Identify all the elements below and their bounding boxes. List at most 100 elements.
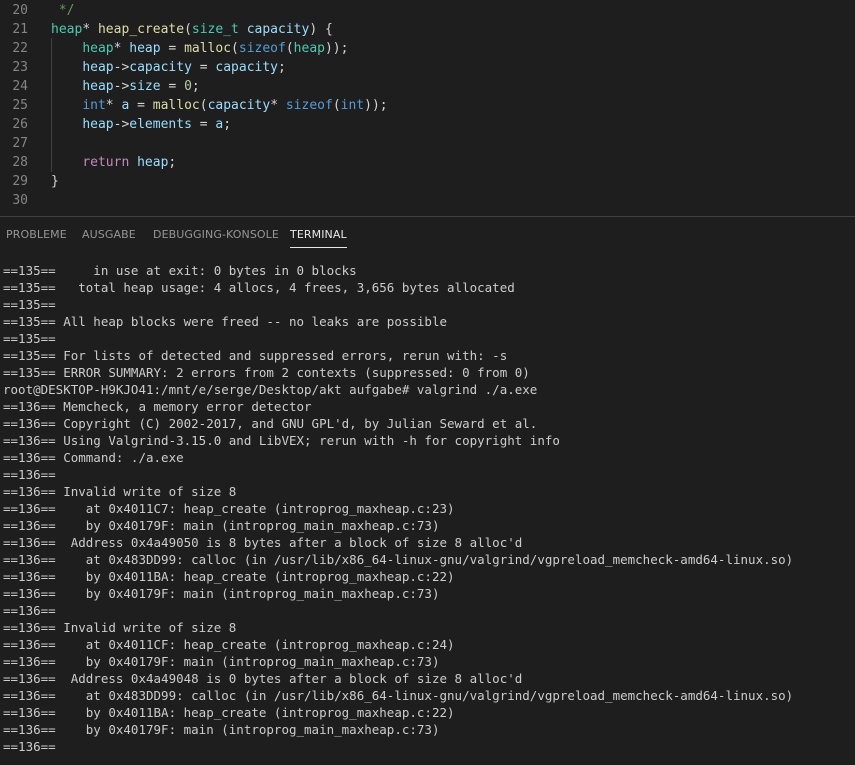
code-token: )); [364, 98, 388, 113]
code-token: heap [82, 41, 114, 56]
code-token: sizeof [238, 41, 286, 56]
code-text: int* a = malloc(capacity* sizeof(int)); [51, 96, 388, 115]
code-text: heap* heap = malloc(sizeof(heap)); [51, 39, 348, 58]
code-token: = [191, 60, 216, 75]
code-token: ) { [309, 22, 333, 37]
code-token: ; [168, 155, 177, 170]
code-token: */ [51, 3, 75, 18]
code-token: heap [82, 79, 114, 94]
code-line: 20 */ [0, 1, 855, 20]
code-line: 29} [0, 172, 855, 191]
terminal-line: ==135== [3, 331, 56, 346]
code-token: heap [137, 155, 169, 170]
terminal-line: ==135== ERROR SUMMARY: 2 errors from 2 c… [3, 365, 530, 380]
code-token: heap [82, 117, 114, 132]
code-token: heap_create [97, 22, 185, 37]
code-token: size [129, 79, 161, 94]
code-line: 24 heap->size = 0; [0, 77, 855, 96]
code-token: heap [129, 41, 161, 56]
terminal-line: ==136== [3, 603, 56, 618]
code-token: * [270, 98, 286, 113]
code-token: 0 [184, 79, 192, 94]
code-token: int [340, 98, 365, 113]
code-text: */ [51, 1, 75, 20]
code-token: sizeof [285, 98, 333, 113]
terminal-line: ==136== at 0x483DD99: calloc (in /usr/li… [3, 688, 794, 703]
terminal-line: ==136== [3, 467, 56, 482]
terminal-line: ==136== Invalid write of size 8 [3, 620, 237, 635]
code-token: ( [285, 41, 294, 56]
code-token: malloc [184, 41, 232, 56]
code-token: ( [231, 41, 239, 56]
code-token: = [191, 117, 216, 132]
tab-terminal[interactable]: TERMINAL [290, 228, 347, 248]
terminal-line: ==136== Address 0x4a49048 is 0 bytes aft… [3, 671, 523, 686]
line-number: 30 [12, 193, 28, 208]
terminal-line: ==136== by 0x4011BA: heap_create (introp… [3, 569, 455, 584]
terminal-line: ==136== at 0x4011C7: heap_create (introp… [3, 501, 455, 516]
code-line: 26 heap->elements = a; [0, 115, 855, 134]
terminal-line: ==136== Copyright (C) 2002-2017, and GNU… [3, 416, 538, 431]
terminal-line: ==136== at 0x4011CF: heap_create (introp… [3, 637, 455, 652]
line-number: 22 [12, 41, 28, 56]
code-token: = [160, 41, 185, 56]
line-number: 24 [12, 79, 28, 94]
terminal-line: ==136== by 0x40179F: main (introprog_mai… [3, 722, 440, 737]
line-number: 26 [12, 117, 28, 132]
code-text: heap->size = 0; [51, 77, 200, 96]
line-number: 25 [12, 98, 28, 113]
line-number: 28 [12, 155, 28, 170]
code-token: ( [184, 22, 192, 37]
terminal-line: ==135== total heap usage: 4 allocs, 4 fr… [3, 280, 515, 295]
code-token: -> [113, 60, 130, 75]
code-token: heap [82, 60, 114, 75]
code-token: -> [113, 79, 130, 94]
code-line: 21 heap* heap_create(size_t capacity) { [0, 20, 855, 39]
terminal-line: ==136== Command: ./a.exe [3, 450, 184, 465]
code-token: ; [191, 79, 200, 94]
code-token: } [51, 174, 59, 189]
tab-probleme[interactable]: PROBLEME [6, 228, 67, 241]
code-line: 22 heap* heap = malloc(sizeof(heap)); [0, 39, 855, 58]
code-line: 25 int* a = malloc(capacity* sizeof(int)… [0, 96, 855, 115]
code-token: * [113, 41, 130, 56]
code-token: elements [129, 117, 192, 132]
code-text: heap* heap_create(size_t capacity) { [51, 20, 333, 39]
terminal-line: ==136== by 0x40179F: main (introprog_mai… [3, 586, 440, 601]
code-text: heap->capacity = capacity; [51, 58, 286, 77]
terminal-line: ==136== Invalid write of size 8 [3, 484, 237, 499]
terminal-line: ==135== in use at exit: 0 bytes in 0 blo… [3, 263, 357, 278]
code-text: heap->elements = a; [51, 115, 231, 134]
code-token: capacity [129, 60, 192, 75]
terminal-line: ==136== Memcheck, a memory error detecto… [3, 399, 312, 414]
code-token: = [129, 98, 153, 113]
panel-tab-bar: PROBLEME AUSGABE DEBUGGING-KONSOLE TERMI… [0, 217, 855, 255]
line-number: 21 [12, 22, 28, 37]
code-line: 23 heap->capacity = capacity; [0, 58, 855, 77]
code-token: capacity [246, 22, 310, 37]
line-number: 27 [12, 136, 28, 151]
code-line: 30 [0, 191, 855, 210]
code-token: = [160, 79, 185, 94]
tab-ausgabe[interactable]: AUSGABE [82, 228, 136, 241]
code-text: } [51, 172, 59, 191]
terminal-line: ==136== by 0x40179F: main (introprog_mai… [3, 518, 440, 533]
code-token: malloc [152, 98, 200, 113]
code-token: ; [278, 60, 286, 75]
code-token: -> [113, 117, 130, 132]
terminal-output[interactable]: ==135== in use at exit: 0 bytes in 0 blo… [3, 262, 853, 765]
terminal-line: ==136== [3, 739, 56, 754]
terminal-line: ==136== Using Valgrind-3.15.0 and LibVEX… [3, 433, 560, 448]
terminal-line: ==135== All heap blocks were freed -- no… [3, 314, 448, 329]
code-text: return heap; [51, 153, 176, 172]
code-token: )); [324, 41, 349, 56]
tab-debugging-konsole[interactable]: DEBUGGING-KONSOLE [153, 228, 279, 241]
code-token: * [105, 98, 122, 113]
code-editor[interactable]: 20 */ 21 heap* heap_create(size_t capacity… [0, 0, 855, 216]
terminal-line: ==135== For lists of detected and suppre… [3, 348, 508, 363]
code-line: 27 [0, 134, 855, 153]
